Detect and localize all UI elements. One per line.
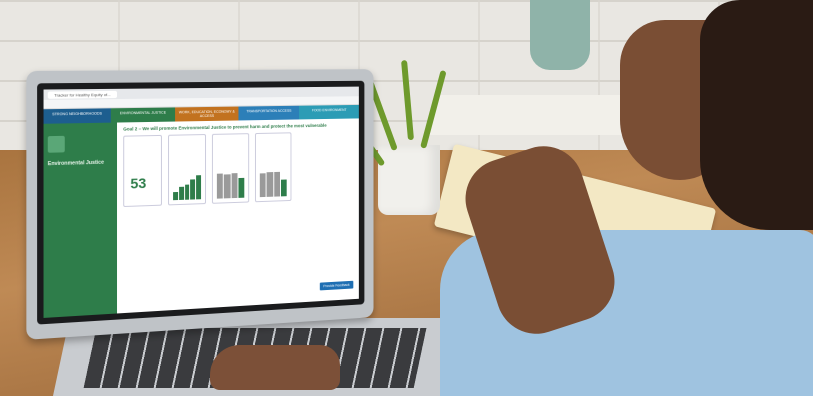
bar	[238, 178, 245, 198]
nav-environmental-justice[interactable]: ENVIRONMENTAL JUSTICE	[110, 107, 176, 123]
photo-scene: Tracker for Healthy Equity of... STRONG …	[0, 0, 813, 396]
bar	[173, 191, 178, 201]
bar	[280, 179, 287, 197]
bar	[190, 179, 196, 200]
sidebar: Environmental Justice	[43, 122, 118, 318]
bar	[184, 184, 190, 200]
sidebar-text	[48, 169, 113, 171]
mini-bar-chart	[259, 169, 287, 198]
main-panel: Goal 2 – We will promote Environmental J…	[117, 118, 359, 314]
bar	[273, 172, 280, 197]
nav-food-environment[interactable]: FOOD ENVIRONMENT	[299, 104, 359, 120]
mini-bar-chart	[173, 171, 202, 201]
page-content: Environmental Justice Goal 2 – We will p…	[43, 118, 359, 318]
bar	[231, 172, 238, 199]
person-hair	[700, 0, 813, 230]
indicator-card[interactable]: 53	[123, 134, 162, 208]
bar	[216, 173, 224, 199]
nav-strong-neighborhoods[interactable]: STRONG NEIGHBORHOODS	[43, 108, 111, 124]
browser-tab[interactable]: Tracker for Healthy Equity of...	[47, 90, 117, 99]
vase	[530, 0, 590, 70]
plant-pot	[378, 145, 440, 215]
bar	[178, 187, 184, 200]
goal-heading: Goal 2 – We will promote Environmental J…	[123, 122, 327, 132]
indicator-card[interactable]	[168, 134, 207, 206]
indicator-card[interactable]	[254, 132, 292, 203]
bar	[259, 173, 266, 198]
laptop-screen: Tracker for Healthy Equity of... STRONG …	[43, 86, 359, 318]
mini-bar-chart	[216, 170, 245, 199]
bar	[266, 171, 273, 197]
indicator-card[interactable]	[211, 133, 250, 204]
screen-bezel: Tracker for Healthy Equity of... STRONG …	[37, 80, 365, 325]
indicator-cards: 53	[123, 131, 353, 208]
book-stack	[426, 95, 634, 135]
nav-transportation[interactable]: TRANSPORTATION ACCESS	[238, 105, 300, 121]
bar	[224, 174, 231, 199]
bar	[196, 175, 202, 200]
laptop-lid: Tracker for Healthy Equity of... STRONG …	[26, 69, 374, 340]
indicator-value: 53	[130, 174, 147, 192]
provide-feedback-button[interactable]: Provide Feedback	[319, 280, 354, 291]
sidebar-title: Environmental Justice	[47, 159, 104, 168]
typing-hand	[210, 345, 340, 390]
environment-icon	[47, 135, 65, 153]
nav-work-education[interactable]: WORK, EDUCATION, ECONOMY & ACCESS	[175, 106, 239, 122]
